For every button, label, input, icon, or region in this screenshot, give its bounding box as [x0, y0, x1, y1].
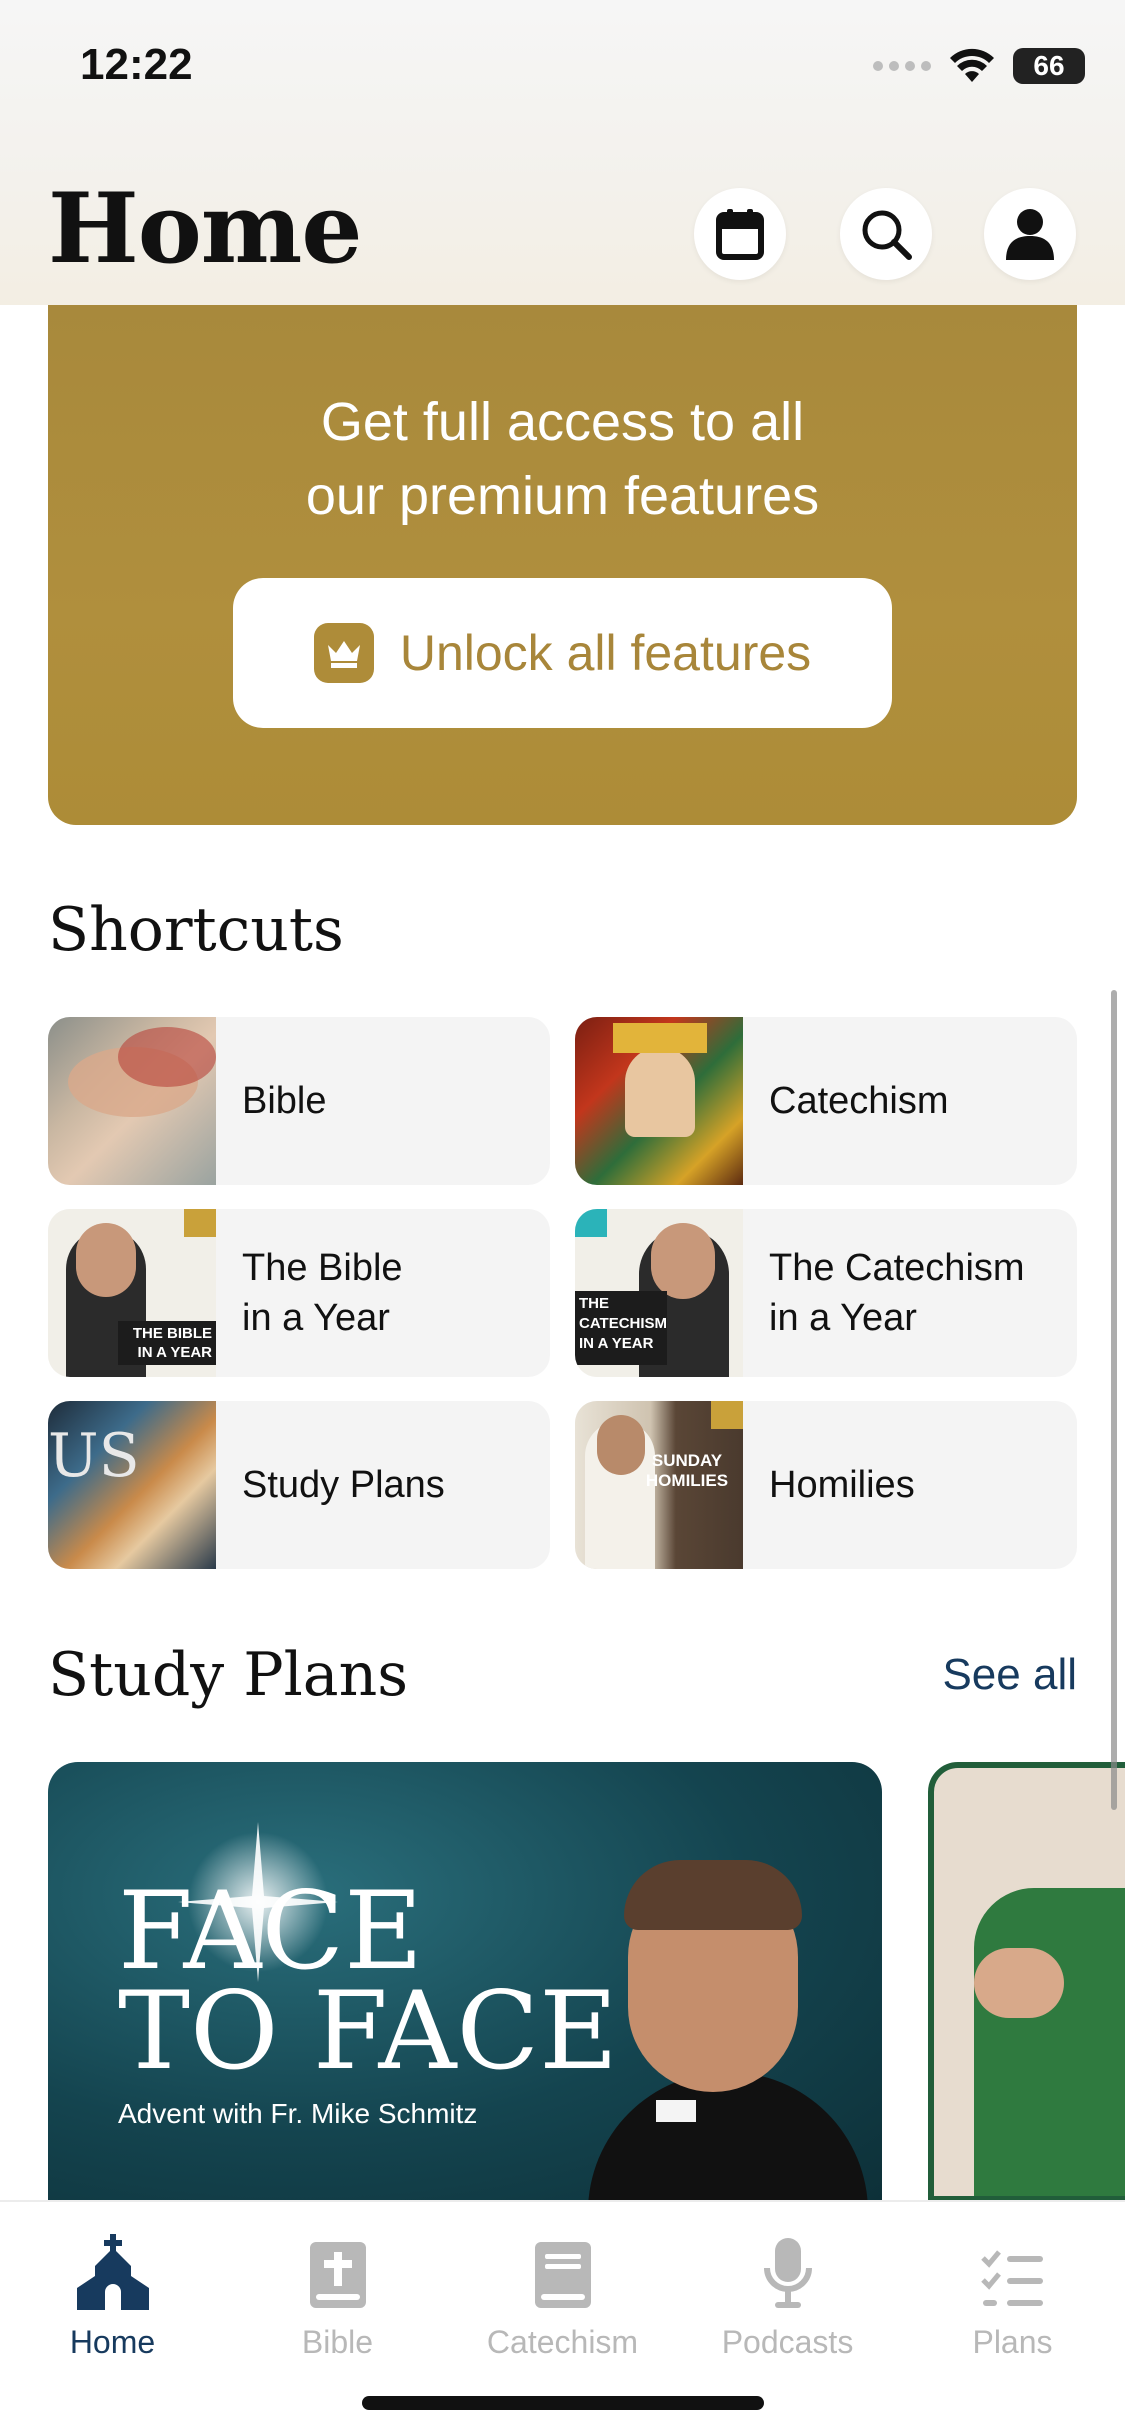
study-plan-card-2[interactable]: [928, 1762, 1125, 2202]
church-icon: [0, 2230, 225, 2310]
cellular-signal-icon: [873, 61, 931, 71]
crown-icon: [313, 623, 374, 683]
search-icon: [862, 210, 912, 260]
tab-label: Catechism: [486, 2324, 639, 2360]
tab-label: Home: [69, 2324, 156, 2360]
green-vestment: [974, 1888, 1125, 2196]
see-all-link[interactable]: See all: [942, 1650, 1077, 1700]
shortcut-bible[interactable]: Bible: [48, 1017, 550, 1185]
stained-glass-thumbnail: [575, 1017, 743, 1185]
tab-label: Plans: [972, 2324, 1053, 2360]
shortcut-label: Catechism: [769, 1080, 949, 1122]
thumb-caption: THE BIBLE IN A YEAR: [118, 1321, 216, 1365]
status-icons: 66: [873, 48, 1085, 84]
tab-podcasts[interactable]: Podcasts: [675, 2230, 900, 2361]
promo-text: Get full access to all our premium featu…: [48, 385, 1077, 533]
bible-icon: [225, 2230, 450, 2310]
premium-banner: Get full access to all our premium featu…: [48, 305, 1077, 825]
promo-line-2: our premium features: [305, 466, 820, 526]
shortcuts-title: Shortcuts: [48, 895, 344, 965]
sunday-homilies-thumbnail: SUNDAY HOMILIES: [575, 1401, 743, 1569]
status-bar: 12:22 66: [0, 0, 1125, 140]
calendar-button[interactable]: [694, 188, 786, 280]
study-plans-title: Study Plans: [48, 1640, 408, 1710]
shortcut-catechism[interactable]: Catechism: [575, 1017, 1077, 1185]
shortcut-study-plans[interactable]: US Study Plans: [48, 1401, 550, 1569]
status-time: 12:22: [80, 40, 193, 89]
shortcut-label: Bible: [242, 1080, 327, 1122]
shortcut-label: The Bible in a Year: [242, 1247, 403, 1339]
catechism-in-a-year-thumbnail: THE CATECHISM IN A YEAR: [575, 1209, 743, 1377]
shortcut-bible-in-a-year[interactable]: THE BIBLE IN A YEAR The Bible in a Year: [48, 1209, 550, 1377]
plan-title-line-2: TO FACE: [118, 1969, 618, 2094]
search-button[interactable]: [840, 188, 932, 280]
tab-plans[interactable]: Plans: [900, 2230, 1125, 2361]
thumb-caption: SUNDAY HOMILIES: [645, 1451, 729, 1490]
shortcut-homilies[interactable]: SUNDAY HOMILIES Homilies: [575, 1401, 1077, 1569]
plan-title-line-1: FACE: [118, 1869, 424, 1994]
jesus-painting-thumbnail: US: [48, 1401, 216, 1569]
tab-label: Bible: [301, 2324, 374, 2360]
shortcut-label: Study Plans: [242, 1464, 445, 1506]
tab-home[interactable]: Home: [0, 2230, 225, 2361]
user-icon: [1006, 209, 1054, 260]
checklist-icon: [900, 2230, 1125, 2310]
shortcut-catechism-in-a-year[interactable]: THE CATECHISM IN A YEAR The Catechism in…: [575, 1209, 1077, 1377]
wifi-icon: [950, 48, 994, 82]
scrollbar[interactable]: [1111, 990, 1117, 1810]
page-title: Home: [48, 172, 362, 285]
calendar-icon: [716, 209, 764, 260]
unlock-label: Unlock all features: [399, 625, 812, 681]
thumb-caption: THE CATECHISM IN A YEAR: [575, 1291, 667, 1365]
shortcut-label: Homilies: [769, 1464, 915, 1506]
study-plan-card-face-to-face[interactable]: FACE TO FACE Advent with Fr. Mike Schmit…: [48, 1762, 882, 2202]
tab-bible[interactable]: Bible: [225, 2230, 450, 2361]
microphone-icon: [675, 2230, 900, 2310]
home-indicator: [362, 2396, 764, 2410]
unlock-all-features-button[interactable]: Unlock all features: [233, 578, 892, 728]
plan-title: FACE TO FACE: [118, 1869, 618, 2094]
promo-line-1: Get full access to all: [320, 392, 805, 452]
plan-subtitle: Advent with Fr. Mike Schmitz: [118, 2098, 478, 2129]
book-icon: [450, 2230, 675, 2310]
tab-label: Podcasts: [721, 2324, 854, 2360]
shortcut-label: The Catechism in a Year: [769, 1247, 1025, 1339]
tab-catechism[interactable]: Catechism: [450, 2230, 675, 2361]
priest-portrait: [568, 1842, 868, 2202]
hand-illustration: [974, 1948, 1064, 2018]
bible-in-a-year-thumbnail: THE BIBLE IN A YEAR: [48, 1209, 216, 1377]
profile-button[interactable]: [984, 188, 1076, 280]
battery-icon: 66: [1013, 48, 1085, 84]
creation-of-adam-thumbnail: [48, 1017, 216, 1185]
